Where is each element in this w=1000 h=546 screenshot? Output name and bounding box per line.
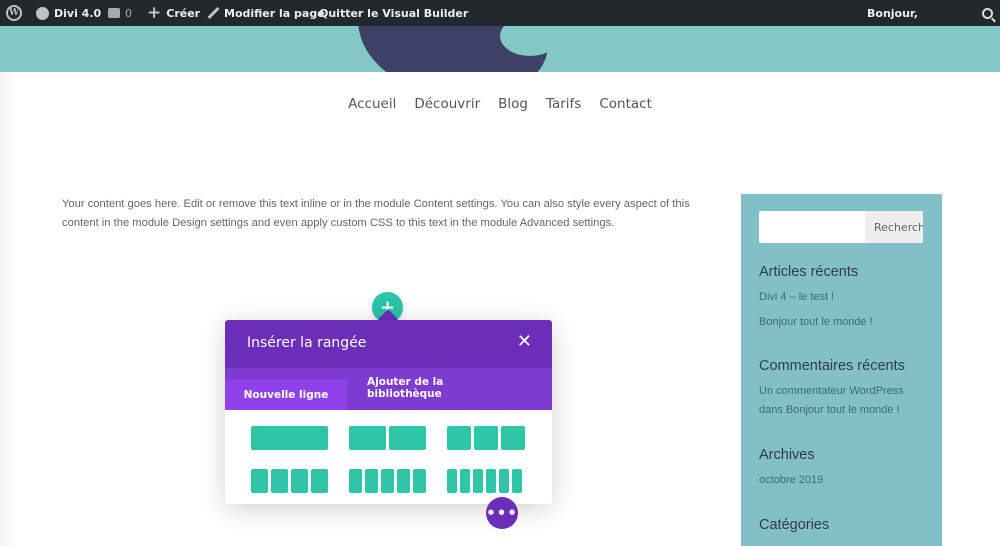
modal-title: Insérer la rangée (247, 335, 367, 351)
nav-item-blog[interactable]: Blog (498, 94, 528, 114)
layout-2-columns[interactable] (349, 426, 426, 450)
recent-comment-post[interactable]: dans Bonjour tout le monde ! (759, 404, 900, 416)
main-navigation: Accueil Découvrir Blog Tarifs Contact (0, 94, 1000, 114)
wordpress-menu[interactable]: W (6, 0, 22, 26)
exit-visual-builder-link[interactable]: Quitter le Visual Builder (319, 0, 468, 26)
nav-item-contact[interactable]: Contact (599, 94, 652, 114)
create-menu[interactable]: + Créer (147, 0, 200, 26)
adminbar-search[interactable] (982, 0, 993, 26)
nav-item-tarifs[interactable]: Tarifs (546, 94, 581, 114)
wordpress-logo-icon: W (6, 5, 22, 21)
tab-new-row[interactable]: Nouvelle ligne (225, 379, 347, 410)
site-name-link[interactable]: Divi 4.0 (36, 0, 101, 26)
greeting-label: Bonjour, (867, 6, 918, 20)
row-layouts-grid (225, 410, 552, 504)
archive-link[interactable]: octobre 2019 (759, 474, 823, 486)
comments-link[interactable]: 0 (108, 0, 132, 26)
plus-icon: + (147, 2, 162, 23)
recent-comment-author[interactable]: Un commentateur WordPress (759, 385, 904, 397)
nav-item-accueil[interactable]: Accueil (348, 94, 396, 114)
recent-post-link[interactable]: Divi 4 – le test ! (759, 291, 834, 303)
recent-comments-heading: Commentaires récents (759, 358, 905, 374)
pencil-icon (207, 7, 219, 19)
edit-page-link[interactable]: Modifier la page (207, 0, 325, 26)
layout-4-columns[interactable] (251, 469, 328, 493)
edit-page-label: Modifier la page (224, 6, 325, 20)
modal-header: Insérer la rangée ✕ (225, 320, 552, 368)
sidebar: Rechercher Articles récents Divi 4 – le … (741, 194, 942, 546)
nav-item-decouvrir[interactable]: Découvrir (414, 94, 480, 114)
modal-tabs: Nouvelle ligne Ajouter de la bibliothèqu… (225, 368, 552, 410)
categories-heading: Catégories (759, 517, 830, 533)
section-more-options-button[interactable]: ••• (486, 497, 518, 529)
archives-heading: Archives (759, 447, 815, 463)
insert-row-modal: Insérer la rangée ✕ Nouvelle ligne Ajout… (225, 320, 552, 504)
create-label: Créer (166, 6, 201, 20)
search-icon (982, 7, 993, 19)
close-icon[interactable]: ✕ (517, 332, 532, 352)
admin-bar: W Divi 4.0 0 + Créer Modifier la page Qu… (0, 0, 1000, 26)
layout-3-columns[interactable] (447, 426, 525, 450)
sidebar-search-input[interactable]: Rechercher (759, 211, 923, 243)
comments-count: 0 (125, 6, 132, 20)
gauge-icon (36, 6, 49, 20)
account-menu[interactable]: Bonjour, (867, 0, 918, 26)
header-banner (0, 26, 1000, 72)
layout-6-columns[interactable] (447, 469, 522, 493)
recent-posts-heading: Articles récents (759, 264, 859, 280)
layout-1-column[interactable] (251, 426, 328, 450)
text-module-content[interactable]: Your content goes here. Edit or remove t… (62, 195, 722, 233)
comment-bubble-icon (108, 8, 120, 18)
recent-post-link[interactable]: Bonjour tout le monde ! (759, 316, 873, 328)
site-name-label: Divi 4.0 (54, 6, 102, 20)
exit-builder-label: Quitter le Visual Builder (319, 6, 469, 20)
sidebar-search-button[interactable]: Rechercher (865, 211, 923, 243)
tab-add-from-library[interactable]: Ajouter de la bibliothèque (367, 376, 477, 407)
page-edge-shadow (0, 72, 16, 546)
layout-5-columns[interactable] (349, 469, 426, 493)
